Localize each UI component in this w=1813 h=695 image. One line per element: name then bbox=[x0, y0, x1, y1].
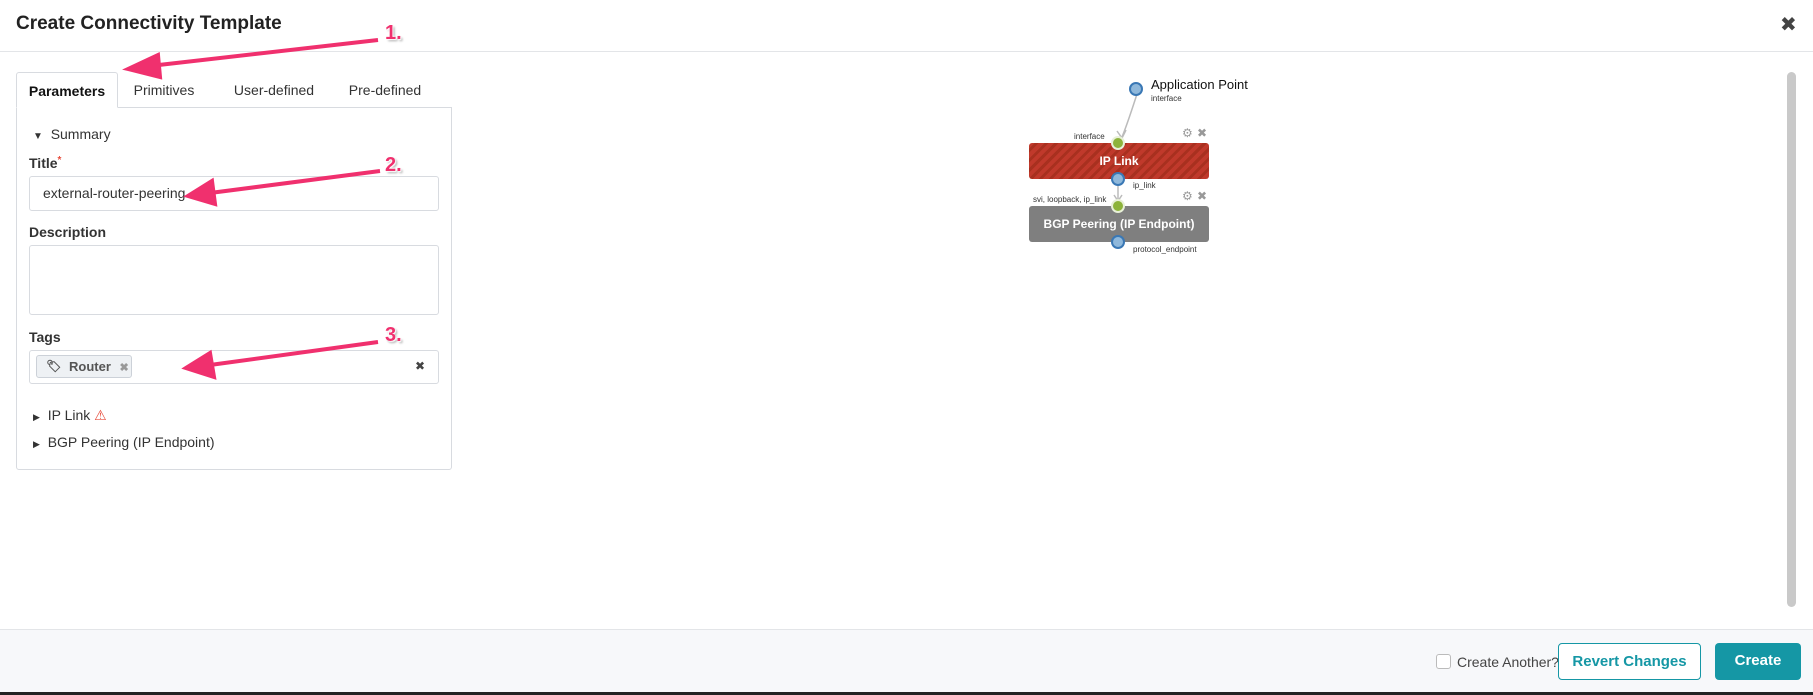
close-icon[interactable]: ✖ bbox=[1780, 12, 1797, 37]
scrollbar[interactable] bbox=[1787, 72, 1796, 607]
create-button[interactable]: Create bbox=[1715, 643, 1801, 680]
bgp-gear-icon[interactable]: ⚙ bbox=[1182, 189, 1193, 203]
tag-icon: 🏷 bbox=[46, 359, 62, 373]
revert-changes-button[interactable]: Revert Changes bbox=[1558, 643, 1701, 680]
section-bgp-peering[interactable]: ▶ BGP Peering (IP Endpoint) bbox=[33, 434, 215, 450]
tag-chip: 🏷 Router ✖ bbox=[36, 355, 132, 378]
remove-tag-icon[interactable]: ✖ bbox=[120, 362, 129, 374]
caret-right-icon: ▶ bbox=[33, 412, 40, 422]
summary-label: Summary bbox=[50, 126, 111, 142]
bgp-in-port-label: svi, loopback, ip_link bbox=[1033, 195, 1107, 204]
bgp-out-port-label: protocol_endpoint bbox=[1133, 245, 1197, 254]
clear-tags-icon[interactable]: ✖ bbox=[415, 359, 425, 373]
section-ip-link[interactable]: ▶ IP Link ⚠ bbox=[33, 407, 107, 424]
tags-label: Tags bbox=[29, 329, 61, 345]
ip-link-in-port-label: interface bbox=[1074, 132, 1105, 141]
annotation-2: 2. bbox=[385, 154, 402, 176]
create-another-checkbox[interactable] bbox=[1436, 654, 1451, 669]
ip-link-out-port[interactable] bbox=[1111, 172, 1125, 186]
application-point-port-label: interface bbox=[1151, 94, 1182, 103]
tab-parameters[interactable]: Parameters bbox=[16, 72, 118, 108]
tag-label: Router bbox=[69, 359, 111, 374]
caret-down-icon: ▼ bbox=[33, 131, 43, 142]
ip-link-out-port-label: ip_link bbox=[1133, 181, 1156, 190]
create-another-label: Create Another? bbox=[1457, 654, 1559, 670]
description-textarea[interactable] bbox=[29, 245, 439, 315]
section-label: BGP Peering (IP Endpoint) bbox=[47, 434, 215, 450]
bgp-remove-icon[interactable]: ✖ bbox=[1197, 189, 1207, 203]
dialog-header: Create Connectivity Template ✖ bbox=[0, 0, 1813, 52]
description-label: Description bbox=[29, 224, 107, 240]
section-label: IP Link bbox=[47, 407, 91, 423]
application-point-port[interactable] bbox=[1129, 82, 1143, 96]
ip-link-remove-icon[interactable]: ✖ bbox=[1197, 126, 1207, 140]
annotation-1: 1. bbox=[385, 22, 402, 44]
tab-pre-defined[interactable]: Pre-defined bbox=[330, 72, 440, 108]
tab-user-defined[interactable]: User-defined bbox=[215, 72, 333, 108]
required-mark: * bbox=[57, 155, 62, 166]
dialog-title: Create Connectivity Template bbox=[16, 13, 282, 34]
ip-link-gear-icon[interactable]: ⚙ bbox=[1182, 126, 1193, 140]
warning-icon: ⚠ bbox=[94, 407, 107, 423]
summary-toggle[interactable]: ▼ Summary bbox=[33, 126, 111, 142]
annotation-3: 3. bbox=[385, 324, 402, 346]
ip-link-in-port[interactable] bbox=[1111, 136, 1125, 150]
title-label: Title* bbox=[29, 155, 62, 171]
title-input[interactable]: external-router-peering bbox=[29, 176, 439, 211]
bgp-in-port[interactable] bbox=[1111, 199, 1125, 213]
bgp-out-port[interactable] bbox=[1111, 235, 1125, 249]
caret-right-icon: ▶ bbox=[33, 439, 40, 449]
tab-primitives[interactable]: Primitives bbox=[118, 72, 210, 108]
application-point-label: Application Point bbox=[1151, 77, 1248, 92]
